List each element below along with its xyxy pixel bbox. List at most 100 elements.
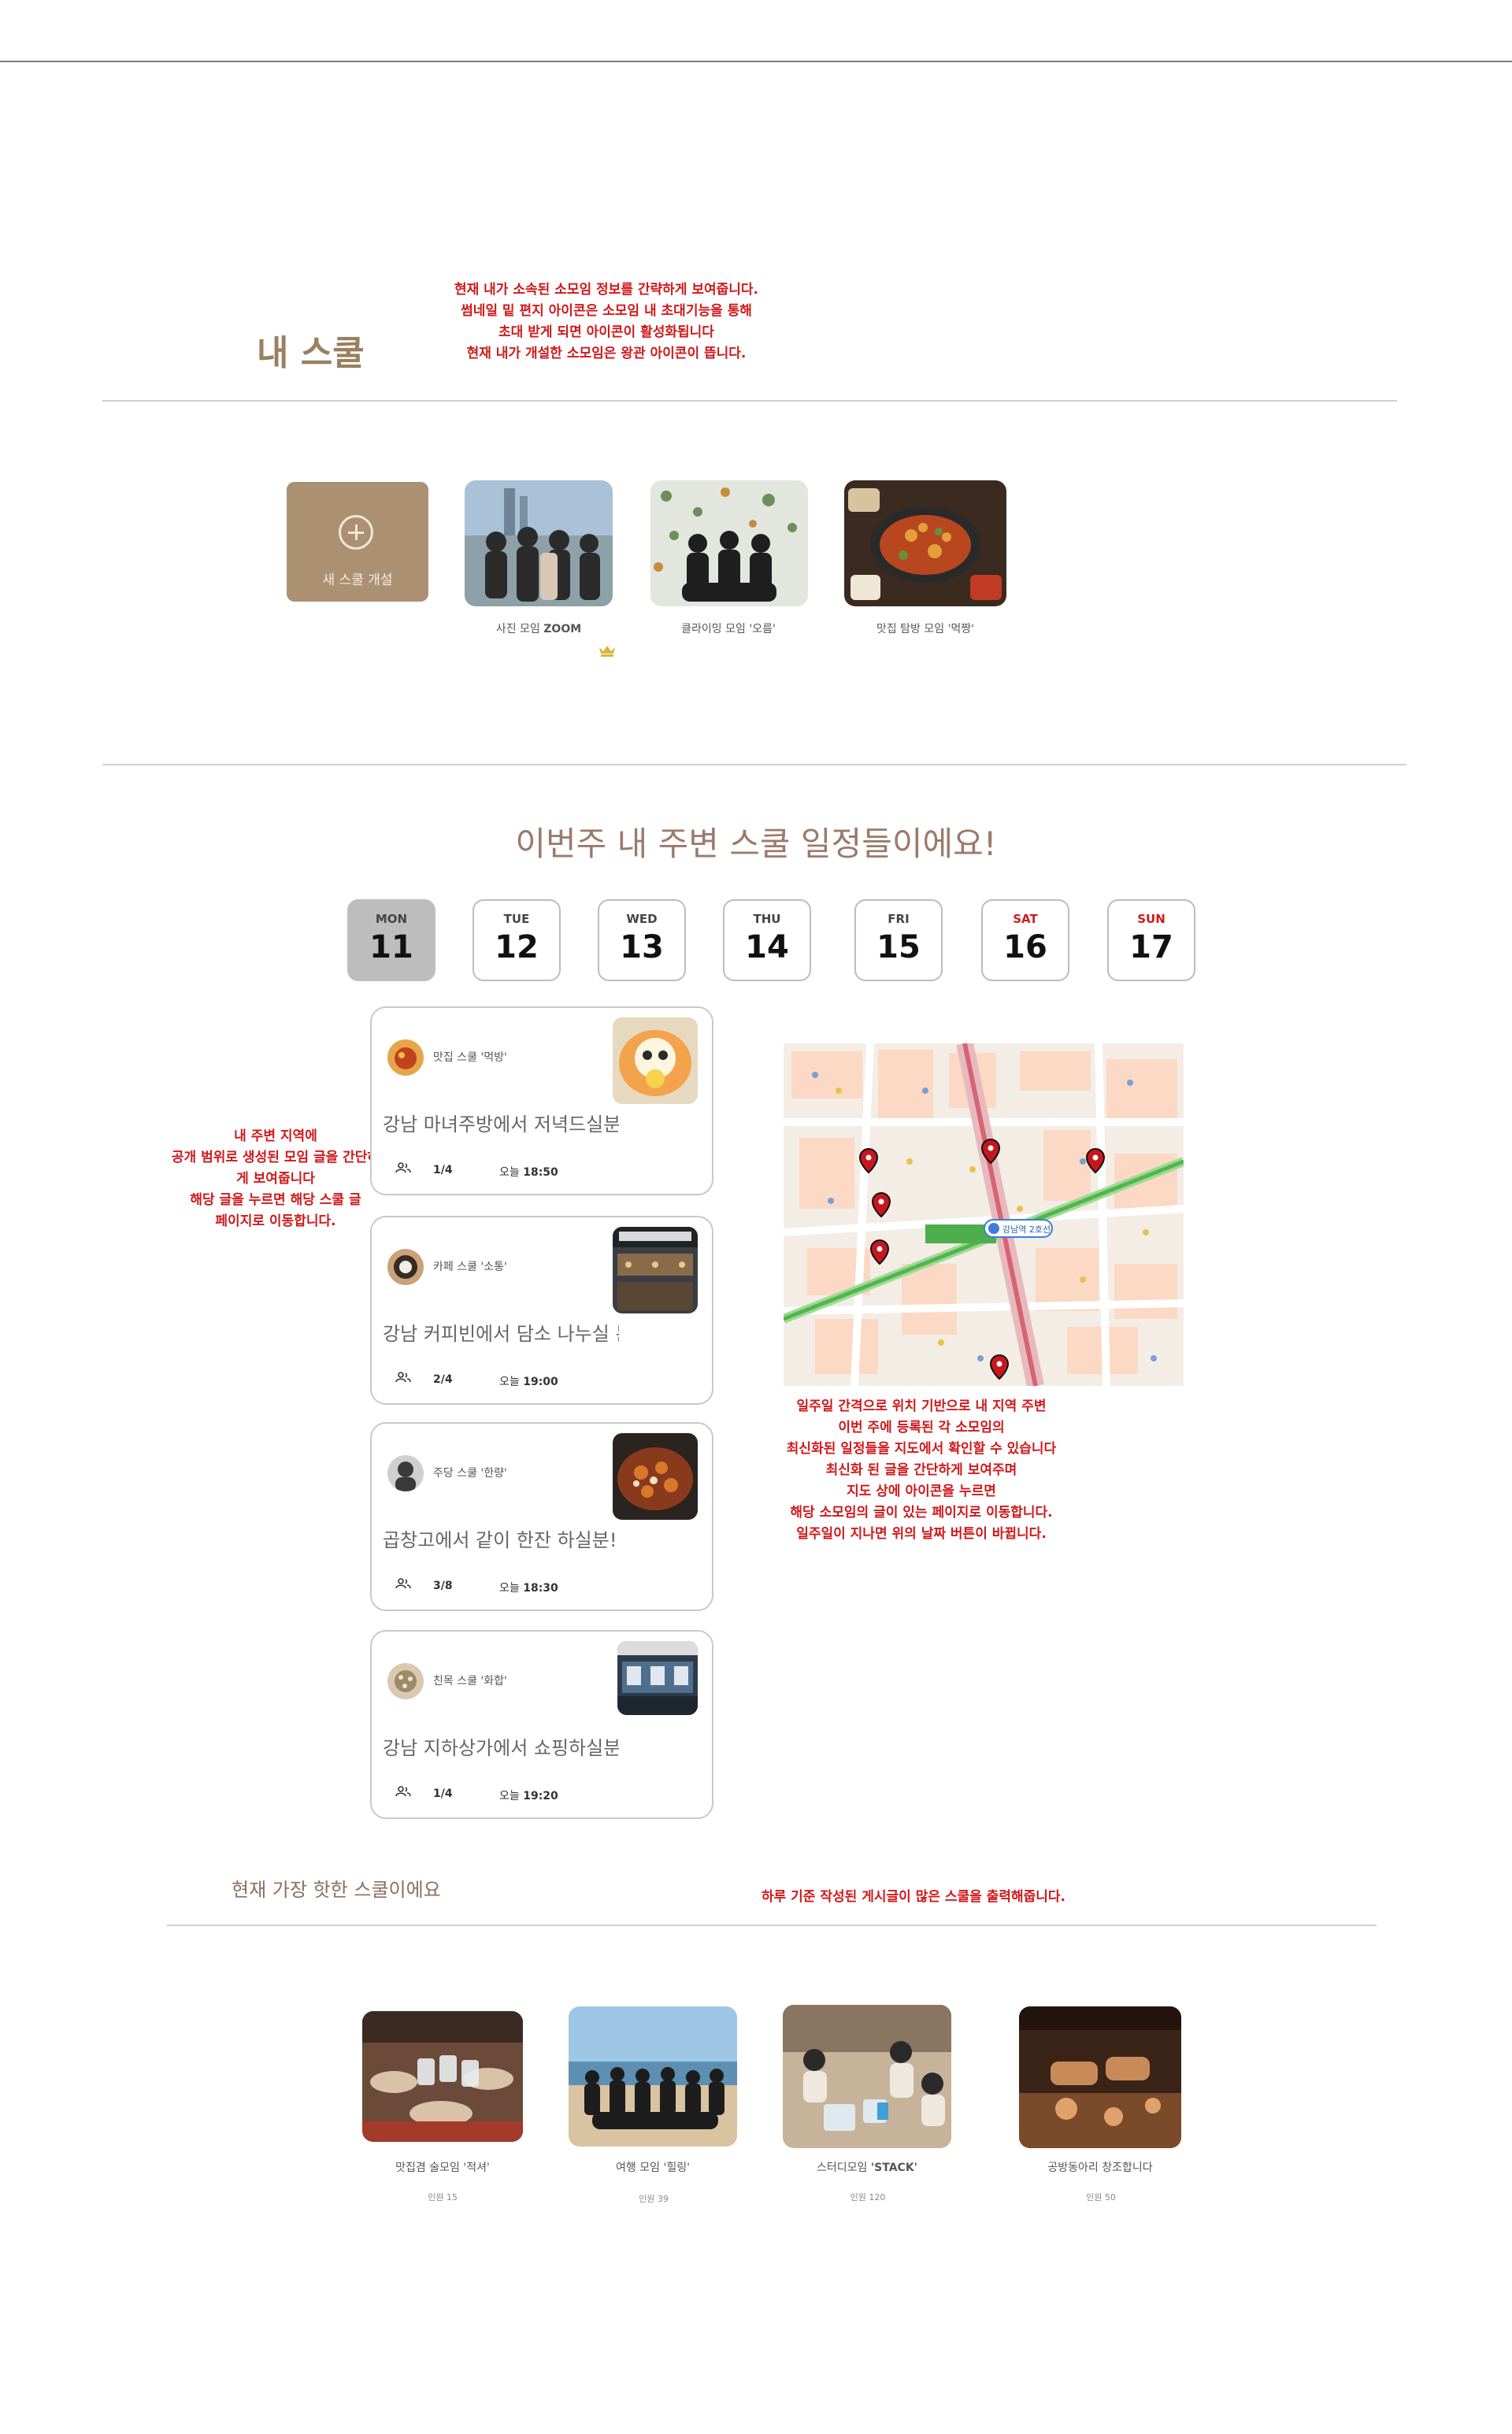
crown-icon [598,644,616,657]
card-time: 오늘 18:30 [499,1580,558,1595]
card-group-name: 카페 스쿨 '소통' [433,1261,507,1273]
day-name: THU [753,912,781,926]
card-image [613,1017,698,1104]
hot-title: 현재 가장 핫한 스쿨이에요 [232,1879,441,1901]
group-caption-name: '먹짱' [947,623,975,635]
section-divider [102,400,1397,402]
my-school-title: 내 스쿨 [257,333,365,373]
schedule-card[interactable]: 주당 스쿨 '한량' 곱창고에서 같이 한잔 하실분! 3/8 오늘 18:30 [370,1422,713,1611]
hot-school-photo [783,2005,951,2148]
annotation-line: 지도 상에 아이콘을 누르면 [847,1484,996,1499]
group-caption-name: '오름' [749,623,776,635]
card-title: 강남 마녀주방에서 저녁드실분! [383,1113,619,1135]
card-member-count: 2/4 [433,1373,453,1386]
day-button-sun[interactable]: SUN 17 [1107,899,1195,981]
group-thumbnail-mukzzang[interactable] [844,480,1006,606]
day-button-mon[interactable]: MON 11 [347,899,435,981]
hot-school-thumbnail[interactable] [569,2006,737,2147]
day-date: 14 [745,929,789,965]
new-school-button[interactable]: 새 스쿨 개설 [287,482,428,602]
day-date: 13 [620,929,664,965]
annotation-line: 최신화 된 글을 간단하게 보여주며 [825,1462,1017,1478]
day-button-tue[interactable]: TUE 12 [472,899,561,981]
card-time: 오늘 19:20 [499,1788,558,1803]
annotation-line: 해당 소모임의 글이 있는 페이지로 이동합니다. [790,1505,1053,1521]
card-group-name: 주당 스쿨 '한량' [433,1467,507,1480]
day-date: 17 [1129,929,1173,965]
card-time: 오늘 19:00 [499,1373,558,1389]
people-icon [395,1372,411,1383]
annotation-line: 내 주변 지역에 [234,1128,317,1144]
section-divider [102,764,1406,765]
map-annotation: 일주일 간격으로 위치 기반으로 내 지역 주변 이번 주에 등록된 각 소모임… [756,1396,1087,1545]
hot-school-caption: 맛집겸 술모임 '적셔' [339,2159,547,2175]
day-name: TUE [503,912,530,926]
day-name: WED [626,912,658,926]
group-avatar [387,1039,424,1076]
hot-school-members: 인원 39 [639,2194,669,2204]
day-button-thu[interactable]: THU 14 [723,899,811,981]
cards-annotation: 내 주변 지역에 공개 범위로 생성된 모임 글을 간단하 게 보여줍니다 해당… [158,1126,394,1232]
group-avatar [387,1249,424,1285]
card-time-prefix: 오늘 [499,1166,524,1179]
annotation-line: 일주일 간격으로 위치 기반으로 내 지역 주변 [796,1399,1047,1414]
hot-school-thumbnail[interactable] [1019,2006,1181,2148]
group-thumbnail-zoom[interactable] [465,480,613,606]
map-graphic: 강남역 2호선 [784,1043,1184,1386]
hot-school-thumbnail[interactable] [783,2005,951,2148]
hot-school-prefix: 스터디모임 [817,2162,871,2174]
plus-circle-icon [339,515,373,550]
day-button-fri[interactable]: FRI 15 [854,899,943,981]
annotation-line: 썸네일 밑 편지 아이콘은 소모임 내 초대기능을 통해 [461,303,752,319]
group-caption: 클라이밍 모임 '오름' [630,621,827,636]
hot-school-caption: 공방동아리 창조합니다 [1000,2159,1200,2175]
hot-school-photo [569,2006,737,2147]
group-caption: 맛집 탐방 모임 '먹짱' [827,621,1024,636]
schedule-card[interactable]: 친목 스쿨 '화합' 강남 지하상가에서 쇼핑하실분 구해요! 1/4 오늘 1… [370,1630,713,1819]
hot-annotation: 하루 기준 작성된 게시글이 많은 스쿨을 출력해줍니다. [761,1889,1066,1905]
hot-school-caption: 스터디모임 'STACK' [764,2159,970,2175]
group-caption: 사진 모임 ZOOM [441,621,636,636]
day-date: 16 [1003,929,1047,965]
annotation-line: 초대 받게 되면 아이콘이 활성화됩니다 [498,324,714,340]
map-station-label: 강남역 2호선 [1002,1224,1051,1235]
card-title: 강남 커피빈에서 담소 나누실 분 [383,1323,619,1345]
group-thumbnail-oreum[interactable] [650,480,808,606]
card-time-value: 18:30 [523,1582,558,1595]
schedule-card[interactable]: 카페 스쿨 '소통' 강남 커피빈에서 담소 나누실 분 2/4 오늘 19:0… [370,1216,713,1405]
annotation-line: 해당 글을 누르면 해당 스쿨 글 [190,1192,361,1208]
day-name: SUN [1137,912,1166,926]
schedule-card[interactable]: 맛집 스쿨 '먹방' 강남 마녀주방에서 저녁드실분! 1/4 오늘 18:50 [370,1006,713,1195]
hot-school-caption: 여행 모임 '힐링' [551,2159,754,2175]
hot-school-members: 인원 50 [1086,2192,1116,2202]
annotation-line: 공개 범위로 생성된 모임 글을 간단하 [171,1150,380,1165]
card-time-prefix: 오늘 [499,1790,524,1802]
annotation-line: 최신화된 일정들을 지도에서 확인할 수 있습니다 [786,1441,1057,1457]
annotation-line: 이번 주에 등록된 각 소모임의 [838,1420,1005,1436]
hot-school-members: 인원 15 [428,2192,458,2202]
group-photo [650,480,808,606]
card-time-value: 19:20 [523,1790,558,1802]
card-image [613,1433,698,1520]
card-group-name: 친목 스쿨 '화합' [433,1675,507,1687]
hot-school-thumbnail[interactable] [362,2011,523,2142]
group-avatar [387,1663,424,1699]
people-icon [395,1578,411,1589]
group-caption-prefix: 맛집 탐방 모임 [876,623,948,635]
new-school-label: 새 스쿨 개설 [322,572,393,588]
card-group-name: 맛집 스쿨 '먹방' [433,1051,507,1064]
day-button-wed[interactable]: WED 13 [598,899,686,981]
card-time-prefix: 오늘 [499,1582,524,1595]
group-caption-name: ZOOM [543,623,582,635]
day-button-sat[interactable]: SAT 16 [981,899,1069,981]
group-caption-prefix: 사진 모임 [495,623,544,635]
hot-school-photo [1019,2006,1181,2148]
hot-school-name: 'STACK' [870,2162,917,2174]
section-divider [167,1925,1377,1926]
day-date: 15 [876,929,921,965]
card-member-count: 1/4 [433,1164,453,1176]
card-image [617,1641,698,1715]
people-icon [395,1786,411,1797]
schedule-map[interactable]: 강남역 2호선 [784,1043,1184,1386]
group-photo [465,480,613,606]
